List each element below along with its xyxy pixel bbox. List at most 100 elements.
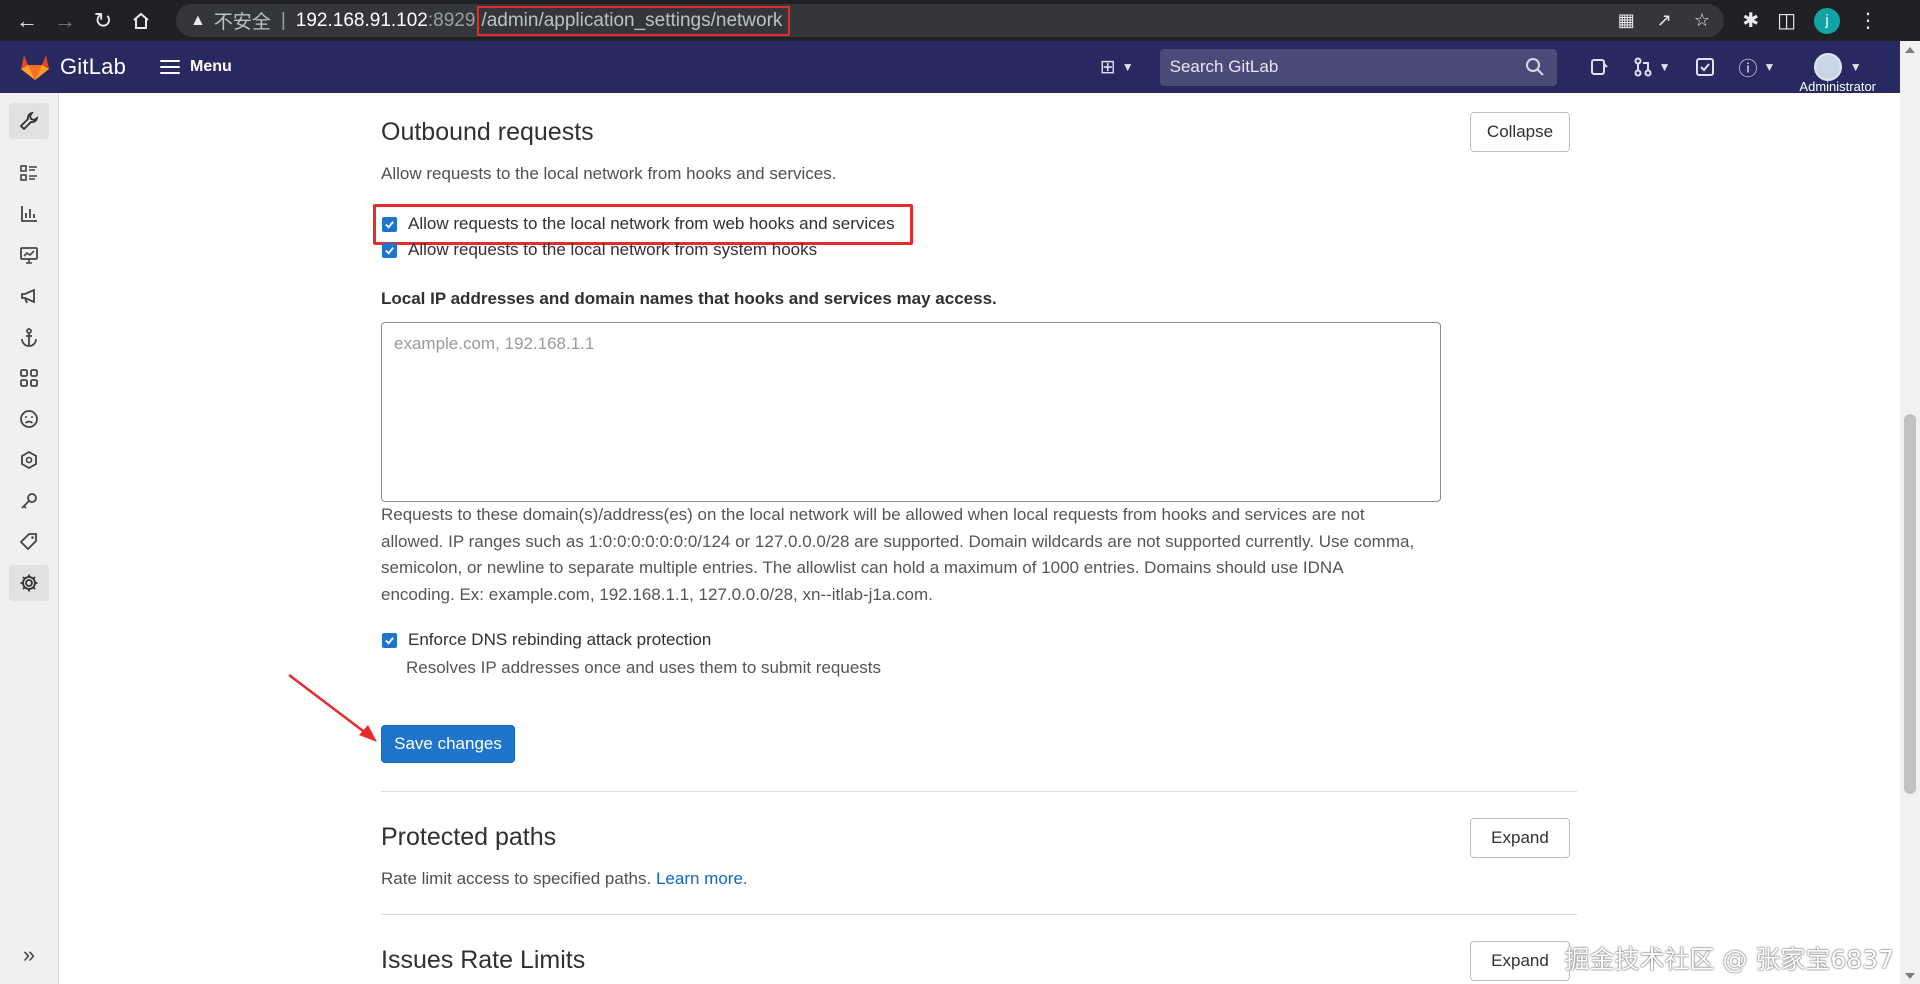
protected-paths-description-text: Rate limit access to specified paths. (381, 869, 652, 888)
dns-rebinding-checkbox[interactable]: Enforce DNS rebinding attack protection (382, 630, 711, 650)
sidebar-item-admin-overview[interactable] (9, 103, 49, 139)
sidebar-item-deploy-keys[interactable] (9, 483, 49, 519)
checkbox-checked-icon[interactable] (382, 216, 397, 232)
anchor-icon (21, 328, 37, 347)
todo-icon[interactable] (1695, 57, 1715, 77)
checkbox-checked-icon[interactable] (382, 632, 397, 648)
sidebar-item-overview[interactable] (9, 155, 49, 191)
new-item-dropdown[interactable]: ⊞ ▼ (1100, 56, 1134, 79)
allowlist-help-line: encoding. Ex: example.com, 192.168.1.1, … (381, 584, 933, 604)
list-icon (20, 165, 37, 181)
allowlist-help-text: Requests to these domain(s)/address(es) … (381, 502, 1561, 608)
annotation-arrow-icon (288, 674, 377, 742)
extensions-icon[interactable]: ✱ (1742, 8, 1759, 33)
dns-rebinding-label: Enforce DNS rebinding attack protection (408, 630, 712, 649)
address-bar[interactable]: ▲ 不安全 | 192.168.91.102 :8929 /admin/appl… (176, 4, 1724, 37)
back-arrow-icon[interactable]: ← (8, 2, 46, 40)
merge-request-icon (1634, 57, 1652, 77)
allowlist-help-line: semicolon, or newline to separate multip… (381, 558, 1344, 577)
forward-arrow-icon[interactable]: → (46, 2, 84, 40)
outbound-requests-description: Allow requests to the local network from… (381, 164, 837, 183)
sidebar-item-labels[interactable] (9, 524, 49, 560)
expand-protected-paths-button[interactable]: Expand (1470, 818, 1570, 858)
search-icon (1525, 57, 1544, 76)
key-icon (21, 493, 37, 509)
scroll-up-arrow-icon[interactable] (1905, 47, 1915, 53)
applications-grid-icon (20, 369, 38, 387)
chevron-down-icon: ▼ (1121, 60, 1134, 74)
allow-system-hooks-checkbox[interactable]: Allow requests to the local network from… (382, 240, 817, 260)
scrollbar-thumb[interactable] (1904, 414, 1916, 794)
user-menu[interactable]: ▼ Administrator (1799, 52, 1876, 94)
watermark-text: 掘金技术社区 @ 张家宝6837 (1564, 945, 1894, 974)
merge-requests-dropdown[interactable]: ▼ (1633, 57, 1671, 77)
learn-more-link[interactable]: Learn more. (656, 869, 748, 888)
sidebar-item-kubernetes[interactable] (9, 442, 49, 478)
allow-webhooks-checkbox[interactable]: Allow requests to the local network from… (382, 214, 895, 234)
browser-more-icon[interactable]: ⋮ (1858, 8, 1878, 33)
megaphone-icon (21, 288, 35, 304)
browser-profile-avatar[interactable]: j (1814, 7, 1840, 34)
protected-paths-description: Rate limit access to specified paths. Le… (381, 869, 748, 889)
sidebar-expand-toggle[interactable]: » (9, 937, 49, 973)
hamburger-icon (160, 60, 181, 74)
monitor-icon (20, 247, 38, 264)
dns-rebinding-help: Resolves IP addresses once and uses them… (406, 658, 881, 677)
gitlab-home-link[interactable]: GitLab (20, 53, 126, 81)
chart-icon (21, 206, 37, 222)
gear-icon (20, 574, 38, 592)
sidebar-item-applications[interactable] (9, 360, 49, 396)
translate-icon[interactable]: ▦ (1618, 10, 1635, 31)
main-menu-button[interactable]: Menu (160, 58, 232, 76)
label-tag-icon (19, 533, 37, 551)
checkbox-checked-icon[interactable] (382, 242, 397, 258)
menu-label: Menu (190, 58, 232, 75)
save-changes-button[interactable]: Save changes (381, 725, 515, 763)
url-port: :8929 (427, 9, 476, 31)
admin-sidebar: » (0, 93, 59, 984)
expand-issues-rate-limits-button[interactable]: Expand (1470, 941, 1570, 981)
sidebar-item-settings[interactable] (9, 565, 49, 601)
sidebar-item-system-hooks[interactable] (9, 319, 49, 355)
search-input[interactable]: Search GitLab (1159, 48, 1557, 86)
side-panel-icon[interactable]: ◫ (1777, 8, 1796, 33)
bookmark-star-icon[interactable]: ☆ (1694, 10, 1710, 31)
allowlist-help-line: Requests to these domain(s)/address(es) … (381, 505, 1365, 524)
issues-rate-limits-title: Issues Rate Limits (381, 946, 586, 974)
avatar (1813, 52, 1842, 81)
sidebar-item-abuse-reports[interactable] (9, 401, 49, 437)
chevron-down-icon: ▼ (1658, 60, 1671, 74)
outbound-requests-title: Outbound requests (381, 118, 594, 146)
reload-icon[interactable]: ↻ (84, 2, 122, 40)
url-host: 192.168.91.102 (295, 9, 428, 31)
sidebar-item-monitoring[interactable] (9, 237, 49, 273)
chevron-down-icon: ▼ (1763, 60, 1776, 74)
allow-webhooks-label: Allow requests to the local network from… (408, 214, 895, 233)
user-name: Administrator (1799, 78, 1876, 94)
help-dropdown[interactable]: ⓘ ▼ (1739, 54, 1776, 81)
home-icon[interactable] (122, 2, 160, 40)
allowlist-placeholder: example.com, 192.168.1.1 (394, 334, 595, 353)
url-path: /admin/application_settings/network (477, 5, 791, 36)
scroll-down-arrow-icon[interactable] (1905, 973, 1915, 979)
collapse-button[interactable]: Collapse (1470, 112, 1570, 152)
insecure-label: 不安全 (213, 12, 271, 33)
help-question-icon: ⓘ (1738, 58, 1758, 80)
protected-paths-title: Protected paths (381, 823, 557, 851)
gitlab-logo-icon (21, 55, 49, 80)
allow-system-hooks-label: Allow requests to the local network from… (408, 240, 818, 259)
double-chevron-right-icon: » (22, 942, 36, 967)
allowlist-field-label: Local IP addresses and domain names that… (381, 289, 997, 308)
search-placeholder: Search GitLab (1169, 57, 1279, 76)
sidebar-item-messages[interactable] (9, 278, 49, 314)
sidebar-item-analytics[interactable] (9, 196, 49, 232)
share-icon[interactable]: ↗ (1657, 10, 1672, 31)
section-divider (381, 914, 1577, 915)
allowlist-textarea[interactable]: example.com, 192.168.1.1 (381, 322, 1441, 502)
page-scrollbar[interactable] (1900, 41, 1920, 984)
issues-icon[interactable] (1589, 57, 1609, 77)
gitlab-top-bar: GitLab Menu ⊞ ▼ Search GitLab ▼ ⓘ ▼ ▼ Ad… (0, 41, 1900, 94)
section-divider (381, 791, 1577, 792)
plus-square-icon: ⊞ (1099, 56, 1116, 78)
wrench-icon (19, 111, 39, 131)
